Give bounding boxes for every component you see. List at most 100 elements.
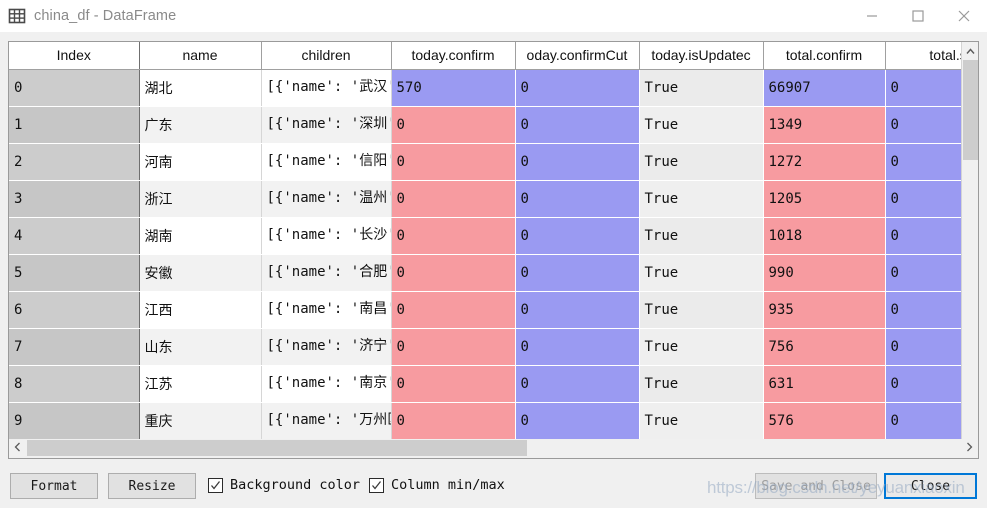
cell-total-suspect[interactable]: 0 [885, 69, 961, 107]
column-minmax-checkbox[interactable]: Column min/max [369, 477, 505, 493]
dataframe-grid-viewport[interactable]: Index name children today.confirm oday.c… [9, 42, 961, 458]
cell-index[interactable]: 2 [9, 143, 140, 181]
cell-children[interactable]: [{'name': '温州', 'today'… [261, 180, 392, 218]
table-row[interactable]: 0湖北[{'name': '武汉', 'today'…5700True66907… [9, 69, 961, 107]
cell-total-suspect[interactable]: 0 [885, 402, 961, 440]
cell-total-confirm[interactable]: 756 [763, 328, 886, 366]
cell-today-confirmcut[interactable]: 0 [515, 180, 640, 218]
save-and-close-button[interactable]: Save and Close [755, 473, 877, 499]
cell-index[interactable]: 7 [9, 328, 140, 366]
scroll-left-button[interactable] [9, 439, 26, 457]
cell-children[interactable]: [{'name': '长沙', 'today'… [261, 217, 392, 255]
table-row[interactable]: 9重庆[{'name': '万州区', 'toda…00True5760 [9, 402, 961, 440]
table-row[interactable]: 2河南[{'name': '信阳', 'today'…00True12720 [9, 143, 961, 181]
cell-total-suspect[interactable]: 0 [885, 291, 961, 329]
cell-index[interactable]: 4 [9, 217, 140, 255]
cell-total-confirm[interactable]: 990 [763, 254, 886, 292]
vertical-scrollbar-thumb[interactable] [963, 60, 978, 160]
cell-today-confirmcut[interactable]: 0 [515, 143, 640, 181]
cell-name[interactable]: 江西 [139, 291, 262, 329]
cell-name[interactable]: 浙江 [139, 180, 262, 218]
cell-total-suspect[interactable]: 0 [885, 106, 961, 144]
close-dialog-button[interactable]: Close [884, 473, 977, 499]
format-button[interactable]: Format [10, 473, 98, 499]
cell-today-isupdated[interactable]: True [639, 254, 764, 292]
horizontal-scrollbar-thumb[interactable] [27, 440, 527, 456]
cell-today-confirmcut[interactable]: 0 [515, 291, 640, 329]
cell-children[interactable]: [{'name': '合肥', 'today'… [261, 254, 392, 292]
cell-today-isupdated[interactable]: True [639, 143, 764, 181]
cell-index[interactable]: 3 [9, 180, 140, 218]
column-header-today-confirmcut[interactable]: oday.confirmCut [515, 42, 640, 70]
table-row[interactable]: 6江西[{'name': '南昌', 'today'…00True9350 [9, 291, 961, 329]
vertical-scrollbar[interactable] [961, 42, 978, 458]
table-row[interactable]: 4湖南[{'name': '长沙', 'today'…00True10180 [9, 217, 961, 255]
cell-index[interactable]: 9 [9, 402, 140, 440]
cell-children[interactable]: [{'name': '万州区', 'toda… [261, 402, 392, 440]
column-header-total-confirm[interactable]: total.confirm [763, 42, 886, 70]
resize-button[interactable]: Resize [108, 473, 196, 499]
cell-total-suspect[interactable]: 0 [885, 328, 961, 366]
cell-total-suspect[interactable]: 0 [885, 365, 961, 403]
cell-name[interactable]: 河南 [139, 143, 262, 181]
cell-today-confirm[interactable]: 0 [391, 291, 516, 329]
cell-total-confirm[interactable]: 576 [763, 402, 886, 440]
cell-today-isupdated[interactable]: True [639, 402, 764, 440]
column-header-today-isupdated[interactable]: today.isUpdatec [639, 42, 764, 70]
cell-today-confirmcut[interactable]: 0 [515, 328, 640, 366]
cell-total-suspect[interactable]: 0 [885, 180, 961, 218]
cell-today-confirm[interactable]: 0 [391, 106, 516, 144]
table-row[interactable]: 7山东[{'name': '济宁', 'today'…00True7560 [9, 328, 961, 366]
cell-today-confirmcut[interactable]: 0 [515, 69, 640, 107]
cell-today-confirm[interactable]: 0 [391, 365, 516, 403]
cell-today-isupdated[interactable]: True [639, 180, 764, 218]
cell-name[interactable]: 广东 [139, 106, 262, 144]
cell-total-confirm[interactable]: 1272 [763, 143, 886, 181]
horizontal-scrollbar[interactable] [8, 439, 979, 459]
cell-today-confirm[interactable]: 0 [391, 180, 516, 218]
cell-name[interactable]: 湖南 [139, 217, 262, 255]
cell-children[interactable]: [{'name': '武汉', 'today'… [261, 69, 392, 107]
column-header-children[interactable]: children [261, 42, 392, 70]
cell-children[interactable]: [{'name': '济宁', 'today'… [261, 328, 392, 366]
cell-total-confirm[interactable]: 1205 [763, 180, 886, 218]
cell-index[interactable]: 6 [9, 291, 140, 329]
cell-today-isupdated[interactable]: True [639, 365, 764, 403]
cell-today-confirm[interactable]: 570 [391, 69, 516, 107]
cell-index[interactable]: 8 [9, 365, 140, 403]
cell-children[interactable]: [{'name': '信阳', 'today'… [261, 143, 392, 181]
table-row[interactable]: 5安徽[{'name': '合肥', 'today'…00True9900 [9, 254, 961, 292]
cell-index[interactable]: 0 [9, 69, 140, 107]
cell-index[interactable]: 5 [9, 254, 140, 292]
cell-today-isupdated[interactable]: True [639, 69, 764, 107]
cell-today-confirmcut[interactable]: 0 [515, 402, 640, 440]
cell-today-isupdated[interactable]: True [639, 291, 764, 329]
cell-children[interactable]: [{'name': '南京', 'today'… [261, 365, 392, 403]
column-header-index[interactable]: Index [9, 42, 140, 70]
cell-today-isupdated[interactable]: True [639, 217, 764, 255]
cell-children[interactable]: [{'name': '深圳', 'today'… [261, 106, 392, 144]
cell-name[interactable]: 山东 [139, 328, 262, 366]
table-row[interactable]: 8江苏[{'name': '南京', 'today'…00True6310 [9, 365, 961, 403]
cell-total-suspect[interactable]: 0 [885, 254, 961, 292]
cell-name[interactable]: 重庆 [139, 402, 262, 440]
scroll-up-button[interactable] [962, 42, 978, 59]
cell-today-confirm[interactable]: 0 [391, 328, 516, 366]
close-button[interactable] [941, 0, 987, 32]
background-color-checkbox[interactable]: Background color [208, 477, 360, 493]
cell-total-confirm[interactable]: 1018 [763, 217, 886, 255]
cell-index[interactable]: 1 [9, 106, 140, 144]
cell-children[interactable]: [{'name': '南昌', 'today'… [261, 291, 392, 329]
scroll-right-button[interactable] [961, 439, 978, 457]
maximize-button[interactable] [895, 0, 941, 32]
column-header-name[interactable]: name [139, 42, 262, 70]
cell-total-suspect[interactable]: 0 [885, 143, 961, 181]
cell-today-isupdated[interactable]: True [639, 106, 764, 144]
cell-total-confirm[interactable]: 66907 [763, 69, 886, 107]
table-row[interactable]: 1广东[{'name': '深圳', 'today'…00True13490 [9, 106, 961, 144]
table-row[interactable]: 3浙江[{'name': '温州', 'today'…00True12050 [9, 180, 961, 218]
cell-total-confirm[interactable]: 1349 [763, 106, 886, 144]
cell-today-confirmcut[interactable]: 0 [515, 106, 640, 144]
cell-today-confirm[interactable]: 0 [391, 217, 516, 255]
cell-today-confirmcut[interactable]: 0 [515, 217, 640, 255]
